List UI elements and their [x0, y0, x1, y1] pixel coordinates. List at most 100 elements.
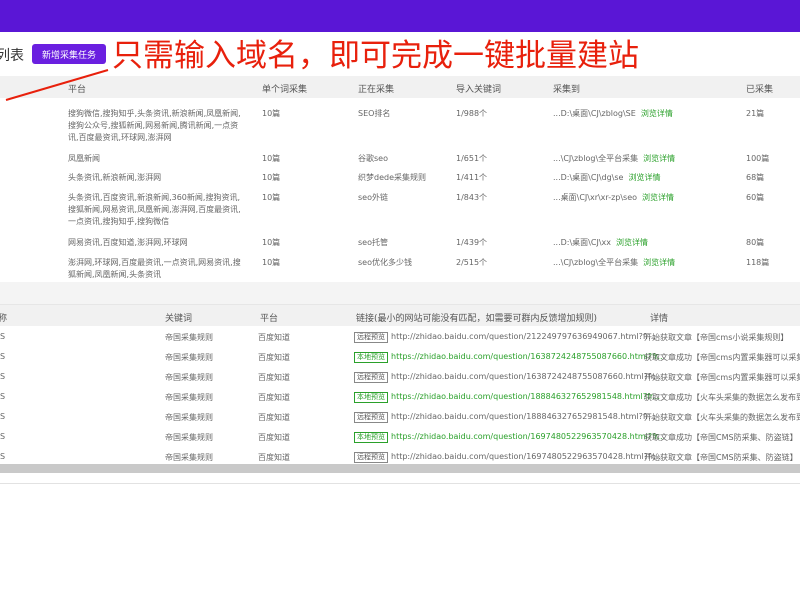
remote-preview-button[interactable]: 远程预览 [354, 332, 388, 343]
task-per-word: 10篇 [262, 154, 281, 163]
task-platform: 搜狗微信,搜狗知乎,头条资讯,新浪新闻,凤凰新闻,搜狗公众号,搜狐新闻,网易新闻… [68, 109, 241, 142]
top-bar [0, 0, 800, 32]
task-platform: 凤凰新闻 [68, 154, 100, 163]
task-done: 68篇 [746, 173, 765, 182]
log-link: 远程预览 http://zhidao.baidu.com/question/212… [354, 332, 656, 343]
log-name: S [0, 392, 6, 401]
remote-preview-button[interactable]: 远程预览 [354, 412, 388, 423]
task-target: ...D:\桌面\CJ\xx 浏览详情 [553, 237, 648, 249]
task-imported: 2/515个 [456, 258, 488, 267]
horizontal-scrollbar[interactable] [0, 464, 800, 473]
task-per-word: 10篇 [262, 238, 281, 247]
task-target-path: ...\CJ\zblog\全平台采集 [553, 154, 639, 163]
task-target-path: ...D:\桌面\CJ\xx [553, 238, 611, 247]
log-col-name: 称 [0, 314, 8, 324]
view-detail-link[interactable]: 浏览详情 [642, 193, 674, 202]
log-link: 本地预览 https://zhidao.baidu.com/question/18… [354, 392, 660, 403]
log-keyword: 帝国采集规则 [165, 373, 213, 382]
remote-preview-button[interactable]: 远程预览 [354, 452, 388, 463]
task-done: 100篇 [746, 154, 770, 163]
view-detail-link[interactable]: 浏览详情 [643, 258, 675, 267]
log-url[interactable]: http://zhidao.baidu.com/question/1697480… [391, 452, 661, 461]
task-collecting: SEO排名 [358, 109, 391, 118]
col-platform: 平台 [68, 85, 87, 95]
task-imported: 1/439个 [456, 238, 488, 247]
log-link: 本地预览 https://zhidao.baidu.com/question/16… [354, 432, 665, 443]
table-row: S 帝国采集规则 百度知道 本地预览 https://zhidao.baidu.c… [0, 346, 800, 366]
log-keyword: 帝国采集规则 [165, 413, 213, 422]
task-table-header: 平台 单个词采集 正在采集 导入关键词 采集到 已采集 [0, 76, 800, 98]
log-name: S [0, 372, 6, 381]
log-keyword: 帝国采集规则 [165, 353, 213, 362]
task-imported: 1/988个 [456, 109, 488, 118]
log-link: 远程预览 http://zhidao.baidu.com/question/169… [354, 452, 661, 463]
local-preview-button[interactable]: 本地预览 [354, 432, 388, 443]
col-done: 已采集 [746, 85, 774, 95]
log-platform: 百度知道 [258, 453, 290, 462]
log-url[interactable]: http://zhidao.baidu.com/question/1638724… [391, 372, 661, 381]
log-name: S [0, 352, 6, 361]
log-link: 远程预览 http://zhidao.baidu.com/question/163… [354, 372, 661, 383]
task-platform: 网易资讯,百度知道,澎湃网,环球网 [68, 238, 188, 247]
divider [0, 483, 800, 484]
log-keyword: 帝国采集规则 [165, 433, 213, 442]
task-platform: 头条资讯,百度资讯,新浪新闻,360新闻,搜狗资讯,搜狐新闻,网易资讯,凤凰新闻… [68, 193, 241, 226]
local-preview-button[interactable]: 本地预览 [354, 352, 388, 363]
log-name: S [0, 332, 6, 341]
log-link: 远程预览 http://zhidao.baidu.com/question/188… [354, 412, 656, 423]
task-target-path: ...\CJ\zblog\全平台采集 [553, 258, 639, 267]
log-col-link: 链接(最小的网站可能没有匹配，如需要可群内反馈增加规则) [356, 314, 598, 324]
log-col-keyword: 关键词 [165, 314, 193, 324]
page-title: 列表 [0, 48, 24, 64]
log-platform: 百度知道 [258, 433, 290, 442]
log-name: S [0, 432, 6, 441]
task-collecting: seo优化多少钱 [358, 258, 412, 267]
log-link: 本地预览 https://zhidao.baidu.com/question/16… [354, 352, 665, 363]
view-detail-link[interactable]: 浏览详情 [641, 109, 673, 118]
log-keyword: 帝国采集规则 [165, 333, 213, 342]
log-table-header: 称 关键词 平台 链接(最小的网站可能没有匹配，如需要可群内反馈增加规则) 详情 [0, 304, 800, 326]
log-name: S [0, 412, 6, 421]
table-row: S 帝国采集规则 百度知道 远程预览 http://zhidao.baidu.co… [0, 446, 800, 466]
log-col-detail: 详情 [650, 314, 669, 324]
remote-preview-button[interactable]: 远程预览 [354, 372, 388, 383]
log-url[interactable]: http://zhidao.baidu.com/question/1888463… [391, 412, 656, 421]
task-target-path: ...D:\桌面\CJ\zblog\SE [553, 109, 636, 118]
task-per-word: 10篇 [262, 258, 281, 267]
log-platform: 百度知道 [258, 353, 290, 362]
view-detail-link[interactable]: 浏览详情 [628, 173, 660, 182]
col-target: 采集到 [553, 85, 581, 95]
view-detail-link[interactable]: 浏览详情 [616, 238, 648, 247]
log-url[interactable]: https://zhidao.baidu.com/question/188846… [391, 392, 660, 401]
task-collecting: seo托管 [358, 238, 388, 247]
task-imported: 1/651个 [456, 154, 488, 163]
log-detail: 获取文章成功【火车头采集的数据怎么发布到】 [644, 393, 800, 402]
log-url[interactable]: http://zhidao.baidu.com/question/2122497… [391, 332, 656, 341]
task-target: ...桌面\CJ\xr\xr-zp\seo 浏览详情 [553, 192, 674, 204]
log-col-platform: 平台 [260, 314, 279, 324]
task-platform: 头条资讯,新浪新闻,澎湃网 [68, 173, 162, 182]
task-target-path: ...桌面\CJ\xr\xr-zp\seo [553, 193, 638, 202]
task-target: ...D:\桌面\CJ\dg\se 浏览详情 [553, 172, 660, 184]
log-platform: 百度知道 [258, 333, 290, 342]
task-collecting: seo外链 [358, 193, 388, 202]
task-done: 21篇 [746, 109, 765, 118]
view-detail-link[interactable]: 浏览详情 [643, 154, 675, 163]
log-url[interactable]: https://zhidao.baidu.com/question/169748… [391, 432, 665, 441]
log-detail: 开始获取文章【火车头采集的数据怎么发布到】 [644, 413, 800, 422]
table-row: S 帝国采集规则 百度知道 本地预览 https://zhidao.baidu.c… [0, 426, 800, 446]
task-target: ...D:\桌面\CJ\zblog\SE 浏览详情 [553, 108, 673, 120]
task-target: ...\CJ\zblog\全平台采集 浏览详情 [553, 153, 675, 165]
task-per-word: 10篇 [262, 173, 281, 182]
table-row: S 帝国采集规则 百度知道 远程预览 http://zhidao.baidu.co… [0, 326, 800, 346]
col-imported: 导入关键词 [456, 85, 502, 95]
log-detail: 开始获取文章【帝国CMS防采集、防盗链】 [644, 453, 798, 462]
log-url[interactable]: https://zhidao.baidu.com/question/163872… [391, 352, 665, 361]
section-divider [0, 282, 800, 304]
new-task-button[interactable]: 新增采集任务 [32, 44, 106, 64]
table-row: S 帝国采集规则 百度知道 远程预览 http://zhidao.baidu.co… [0, 406, 800, 426]
log-keyword: 帝国采集规则 [165, 393, 213, 402]
table-row: S 帝国采集规则 百度知道 本地预览 https://zhidao.baidu.c… [0, 386, 800, 406]
local-preview-button[interactable]: 本地预览 [354, 392, 388, 403]
log-detail: 获取文章成功【帝国CMS防采集、防盗链】 [644, 433, 798, 442]
